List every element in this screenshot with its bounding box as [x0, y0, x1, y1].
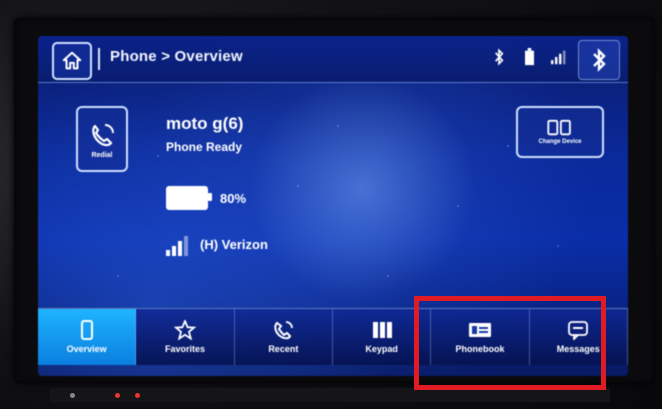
battery-percentage: 80%	[220, 190, 247, 206]
signal-status-icon	[550, 46, 568, 68]
signal-info: (H) Verizon	[166, 234, 268, 256]
keypad-icon	[372, 322, 392, 338]
annotation-highlight-box	[414, 296, 606, 390]
redial-phone-icon	[92, 123, 114, 146]
tab-label: Overview	[66, 344, 107, 354]
hardware-indicator	[70, 393, 75, 398]
carrier-name: (H) Verizon	[200, 237, 268, 252]
device-name: moto g(6)	[166, 114, 244, 133]
battery-status-icon	[520, 46, 538, 68]
tab-overview[interactable]: Overview	[38, 309, 137, 365]
bluetooth-icon	[593, 48, 606, 72]
star-icon	[173, 320, 197, 340]
bluetooth-status-icon	[490, 46, 508, 68]
hardware-indicator-red	[135, 393, 140, 398]
bluetooth-button[interactable]	[578, 40, 620, 80]
tab-label: Recent	[268, 344, 299, 354]
signal-icon	[166, 234, 188, 256]
redial-button[interactable]: Redial	[76, 106, 128, 172]
battery-info: 80%	[166, 186, 246, 210]
tab-label: Keypad	[365, 344, 398, 354]
home-button[interactable]	[52, 42, 92, 80]
hardware-button-strip	[50, 388, 610, 402]
change-device-button[interactable]: Change Device	[516, 106, 604, 158]
change-device-icon	[547, 119, 571, 136]
change-device-label: Change Device	[538, 139, 582, 145]
recent-call-icon	[274, 321, 294, 340]
breadcrumb-divider	[98, 48, 100, 70]
breadcrumb: Phone > Overview	[110, 48, 243, 65]
top-status-bar: Phone > Overview	[38, 36, 628, 83]
tab-recent[interactable]: Recent	[235, 309, 333, 365]
hardware-indicator-red	[115, 393, 120, 398]
phone-status: Phone Ready	[166, 140, 243, 154]
battery-icon	[166, 186, 212, 210]
redial-label: Redial	[91, 151, 113, 159]
tab-label: Favorites	[164, 344, 205, 354]
status-icons	[490, 46, 568, 68]
tab-favorites[interactable]: Favorites	[136, 309, 235, 365]
home-icon	[62, 51, 82, 70]
phone-device-icon	[80, 320, 93, 340]
